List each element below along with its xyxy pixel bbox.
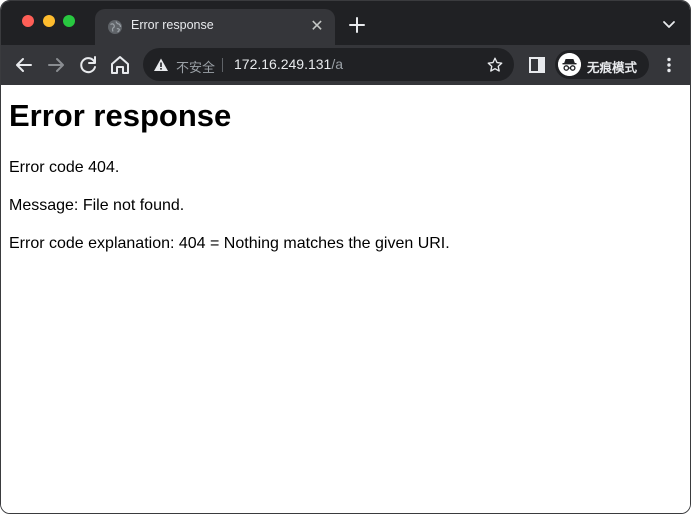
arrow-right-icon[interactable]: [44, 53, 68, 77]
page-heading: Error response: [9, 98, 232, 133]
plus-icon[interactable]: [345, 13, 369, 37]
omnibox-divider: [222, 58, 223, 72]
page-content: Error response Error code 404. Message: …: [1, 85, 690, 513]
error-code-text: Error code 404.: [9, 159, 120, 176]
globe-icon: [108, 20, 122, 34]
zoom-window-button[interactable]: [63, 15, 75, 27]
tab-strip: Error response ✕: [1, 1, 690, 45]
browser-toolbar: 不安全 172.16.249.131/a 无痕模式: [1, 45, 690, 85]
url-path: /a: [331, 56, 344, 72]
address-bar[interactable]: 不安全 172.16.249.131/a: [143, 48, 514, 81]
warning-icon[interactable]: [153, 57, 169, 73]
url-text[interactable]: 172.16.249.131/a: [234, 56, 343, 72]
browser-window: Error response ✕ 不安全 172.16.249.131/a 无痕…: [0, 0, 691, 514]
arrow-left-icon[interactable]: [12, 53, 36, 77]
tab-error-response[interactable]: Error response ✕: [95, 9, 335, 45]
star-icon[interactable]: [486, 56, 504, 74]
url-host: 172.16.249.131: [234, 56, 332, 72]
error-explanation-text: Error code explanation: 404 = Nothing ma…: [9, 235, 450, 252]
chevron-down-icon[interactable]: [660, 15, 678, 33]
incognito-indicator[interactable]: 无痕模式: [555, 50, 649, 79]
tab-title: Error response: [131, 18, 214, 32]
more-vert-icon[interactable]: [659, 55, 679, 75]
incognito-icon: [558, 53, 581, 76]
home-icon[interactable]: [108, 53, 132, 77]
close-icon[interactable]: ✕: [307, 17, 327, 37]
close-window-button[interactable]: [22, 15, 34, 27]
error-message-text: Message: File not found.: [9, 197, 185, 214]
minimize-window-button[interactable]: [43, 15, 55, 27]
incognito-label: 无痕模式: [587, 61, 638, 75]
side-panel-icon[interactable]: [527, 55, 547, 75]
security-label[interactable]: 不安全: [176, 57, 215, 76]
reload-icon[interactable]: [76, 53, 100, 77]
